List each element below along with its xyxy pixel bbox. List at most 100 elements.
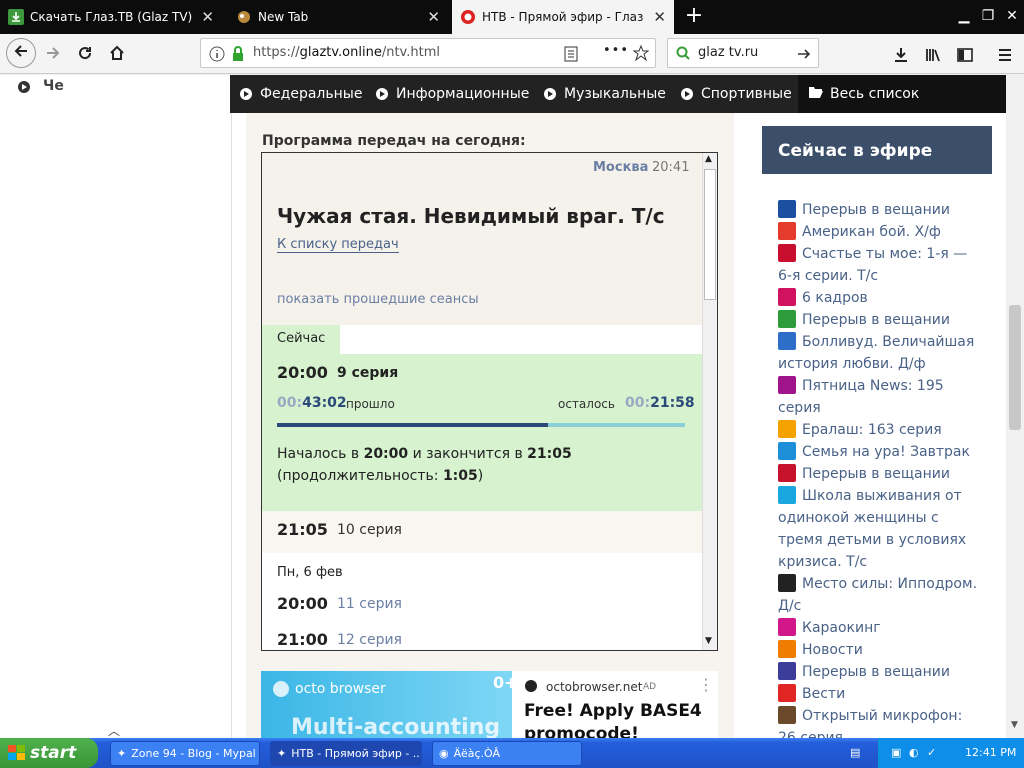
forward-button[interactable] bbox=[40, 42, 66, 68]
info-icon[interactable] bbox=[209, 46, 225, 66]
elapsed-dim: 00: bbox=[277, 395, 303, 411]
tab-ntv[interactable]: НТВ - Прямой эфир - Глаз ТВ ✕ bbox=[452, 0, 674, 34]
ad-text-panel[interactable]: octobrowser.net AD ⋮ Free! Apply BASE4 p… bbox=[512, 671, 718, 738]
show-past-link[interactable]: показать прошедшие сеансы bbox=[277, 292, 479, 307]
menu-info[interactable]: Информационные bbox=[376, 75, 529, 113]
menu-all-list[interactable]: Весь список bbox=[798, 75, 1006, 113]
channel-program: Болливуд. Величайшая история любви. Д/ф bbox=[778, 334, 975, 372]
schedule-row[interactable]: 21:00 12 серия bbox=[262, 622, 702, 650]
schedule-scrollbar[interactable]: ▲ ▼ bbox=[702, 153, 717, 650]
minimize-button[interactable]: ▁ bbox=[954, 6, 974, 26]
tab-new[interactable]: New Tab ✕ bbox=[228, 0, 448, 34]
channel-item[interactable]: Перерыв в вещании bbox=[778, 661, 978, 683]
ad-url[interactable]: octobrowser.net bbox=[546, 680, 642, 694]
channel-program: Перерыв в вещании bbox=[802, 466, 950, 482]
channel-logo-icon bbox=[778, 486, 796, 504]
back-to-list-link[interactable]: К списку передач bbox=[277, 237, 399, 253]
channel-item[interactable]: Вести bbox=[778, 683, 978, 705]
close-icon[interactable]: ✕ bbox=[427, 8, 440, 26]
channel-program: Американ бой. Х/ф bbox=[802, 224, 941, 240]
menu-music[interactable]: Музыкальные bbox=[544, 75, 666, 113]
scrollbar-thumb[interactable] bbox=[704, 169, 716, 300]
clock: 12:41 PM bbox=[965, 746, 1017, 759]
channel-item[interactable]: Открытый микрофон: 26 серия bbox=[778, 705, 978, 738]
bookmark-star-icon[interactable] bbox=[632, 44, 650, 65]
channel-item[interactable]: Счастье ты мое: 1-я — 6-я серии. Т/с bbox=[778, 243, 978, 287]
current-episode-panel: 20:00 9 серия 00:43:02 прошло осталось 0… bbox=[262, 354, 702, 511]
back-button[interactable] bbox=[6, 38, 36, 68]
row-title: 11 серия bbox=[337, 596, 402, 612]
search-input[interactable]: glaz tv.ru bbox=[698, 45, 758, 60]
scroll-up-icon[interactable]: ▲ bbox=[705, 154, 712, 164]
channel-logo-icon bbox=[778, 332, 796, 350]
close-icon[interactable]: ✕ bbox=[653, 8, 666, 26]
task-ntv[interactable]: ✦ НТВ - Прямой эфир - ... bbox=[270, 741, 422, 766]
channel-item[interactable]: Перерыв в вещании bbox=[778, 463, 978, 485]
scroll-down-icon[interactable]: ▼ bbox=[705, 636, 712, 646]
ad-headline-2: promocode! bbox=[524, 724, 639, 738]
menu-sport[interactable]: Спортивные bbox=[681, 75, 792, 113]
home-button[interactable] bbox=[104, 42, 130, 68]
tab-download[interactable]: Скачать Глаз.ТВ (Glaz TV) на ру ✕ bbox=[0, 0, 222, 34]
task-mypal[interactable]: ✦ Zone 94 - Blog - Mypal bbox=[110, 741, 260, 766]
category-menu: Федеральные Информационные Музыкальные С… bbox=[230, 75, 1006, 113]
page-actions-icon[interactable]: ••• bbox=[603, 43, 629, 58]
channel-item[interactable]: Место силы: Ипподром. Д/с bbox=[778, 573, 978, 617]
scroll-down-icon[interactable]: ▼ bbox=[1011, 720, 1018, 730]
start-button[interactable]: start bbox=[0, 738, 98, 768]
network-icon[interactable]: ▣ bbox=[891, 746, 901, 759]
play-bullet-icon bbox=[376, 88, 388, 100]
reader-view-icon[interactable] bbox=[563, 46, 579, 66]
hamburger-menu-icon[interactable] bbox=[992, 42, 1018, 68]
channel-program: Открытый микрофон: 26 серия bbox=[778, 708, 963, 738]
page-scrollbar-thumb[interactable] bbox=[1009, 305, 1021, 430]
address-bar[interactable]: https://glaztv.online/ntv.html ••• bbox=[200, 38, 656, 68]
download-icon[interactable] bbox=[888, 42, 914, 68]
duration: 1:05 bbox=[442, 468, 478, 484]
channel-item[interactable]: Американ бой. Х/ф bbox=[778, 221, 978, 243]
channel-item[interactable]: Семья на ура! Завтрак bbox=[778, 441, 978, 463]
url-text[interactable]: https://glaztv.online/ntv.html bbox=[253, 45, 440, 60]
remaining-value: 21:58 bbox=[650, 395, 695, 411]
channel-item[interactable]: Школа выживания от одинокой женщины с тр… bbox=[778, 485, 978, 573]
left-nav-item[interactable]: Че bbox=[43, 78, 64, 94]
channel-item[interactable]: 6 кадров bbox=[778, 287, 978, 309]
keyboard-icon[interactable]: ▤ bbox=[850, 746, 860, 759]
window-close-button[interactable]: ✕ bbox=[1002, 6, 1022, 26]
search-go-icon[interactable] bbox=[796, 46, 812, 66]
schedule-row[interactable]: 21:05 10 серия bbox=[262, 511, 702, 553]
reload-button[interactable] bbox=[72, 42, 98, 68]
channel-item[interactable]: Перерыв в вещании bbox=[778, 309, 978, 331]
broadcast-info: Началось в 20:00 и закончится в 21:05 (п… bbox=[277, 443, 687, 487]
task-glaz[interactable]: ◉ Äëàç.ÒÂ bbox=[432, 741, 582, 766]
current-episode-name: 9 серия bbox=[337, 365, 399, 381]
security-icon[interactable]: ✓ bbox=[927, 746, 936, 759]
close-icon[interactable]: ✕ bbox=[201, 8, 214, 26]
maximize-button[interactable]: ❐ bbox=[978, 6, 998, 26]
page-scrollbar[interactable]: ▼ bbox=[1006, 75, 1024, 738]
channel-program: Караокинг bbox=[802, 620, 881, 636]
search-bar[interactable]: glaz tv.ru bbox=[667, 38, 819, 68]
left-column: Че bbox=[0, 75, 232, 738]
windows-logo-icon bbox=[8, 745, 26, 766]
channel-item[interactable]: Караокинг bbox=[778, 617, 978, 639]
channel-item[interactable]: Болливуд. Величайшая история любви. Д/ф bbox=[778, 331, 978, 375]
channel-program: Перерыв в вещании bbox=[802, 202, 950, 218]
channel-item[interactable]: Ералаш: 163 серия bbox=[778, 419, 978, 441]
channel-item[interactable]: Новости bbox=[778, 639, 978, 661]
new-tab-button[interactable]: + bbox=[682, 5, 706, 29]
library-icon[interactable] bbox=[920, 42, 946, 68]
volume-icon[interactable]: ◐ bbox=[909, 746, 919, 759]
channel-logo-icon bbox=[778, 684, 796, 702]
sidebar-icon[interactable] bbox=[952, 42, 978, 68]
menu-federal[interactable]: Федеральные bbox=[240, 75, 362, 113]
ad-banner-image[interactable]: octo browser Multi-accounting 0+ bbox=[261, 671, 518, 738]
scroll-top-icon[interactable]: ︿ bbox=[108, 722, 120, 738]
channel-logo-icon bbox=[778, 618, 796, 636]
channel-item[interactable]: Перерыв в вещании bbox=[778, 199, 978, 221]
channel-logo-icon bbox=[778, 376, 796, 394]
channel-item[interactable]: Пятница News: 195 серия bbox=[778, 375, 978, 419]
ad-more-icon[interactable]: ⋮ bbox=[698, 675, 714, 694]
elapsed-value: 43:02 bbox=[302, 395, 347, 411]
schedule-row[interactable]: 20:00 11 серия bbox=[262, 586, 702, 622]
